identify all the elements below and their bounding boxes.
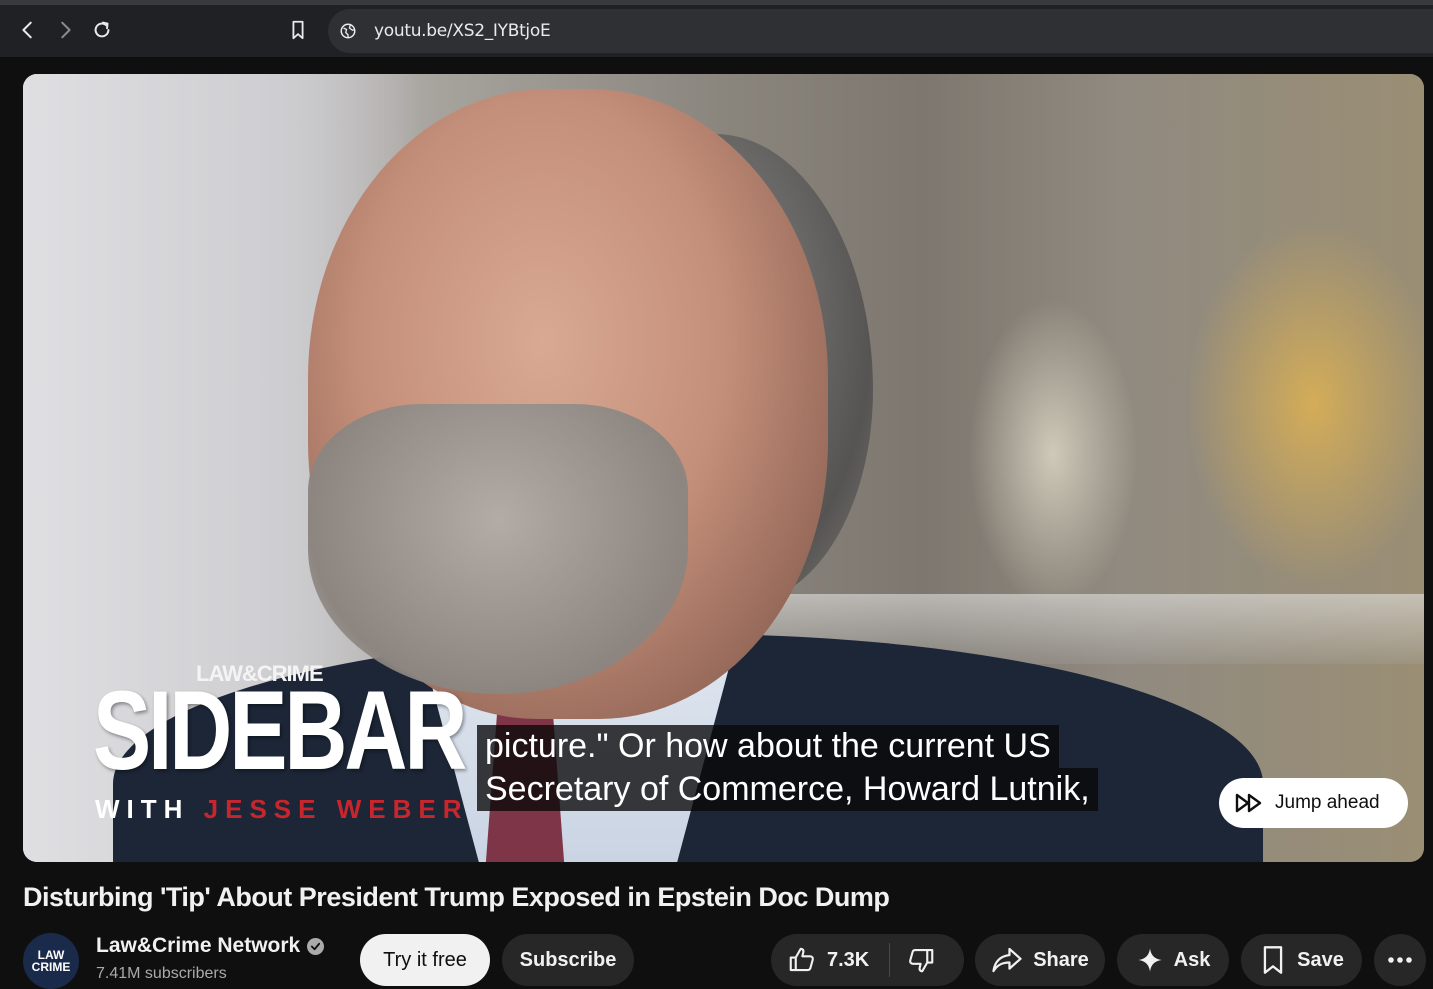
- with-label: WITH: [95, 794, 190, 824]
- like-count: 7.3K: [827, 948, 870, 971]
- share-button[interactable]: Share: [975, 934, 1105, 986]
- fast-forward-icon: [1235, 793, 1262, 813]
- channel-avatar[interactable]: LAW CRIME: [23, 933, 79, 989]
- show-host-overlay: WITH JESSE WEBER: [95, 794, 468, 825]
- forward-icon[interactable]: [48, 13, 82, 47]
- back-icon[interactable]: [11, 13, 45, 47]
- caption-line: Secretary of Commerce, Howard Lutnik,: [477, 768, 1098, 811]
- channel-name-text[interactable]: Law&Crime Network: [96, 934, 300, 958]
- share-label: Share: [1033, 948, 1089, 971]
- like-button[interactable]: 7.3K: [771, 934, 869, 986]
- try-it-free-label: Try it free: [383, 948, 467, 971]
- more-icon: [1388, 957, 1412, 963]
- dislike-button[interactable]: [890, 934, 936, 986]
- share-icon: [992, 947, 1022, 973]
- thumbs-down-icon: [909, 948, 934, 973]
- channel-name[interactable]: Law&Crime Network: [96, 934, 325, 958]
- show-title-overlay: SIDEBAR: [93, 668, 467, 793]
- browser-toolbar: youtu.be/XS2_IYBtjoE: [0, 0, 1433, 57]
- jump-ahead-label: Jump ahead: [1275, 792, 1380, 813]
- bookmark-icon[interactable]: [281, 13, 315, 47]
- reload-icon[interactable]: [85, 13, 119, 47]
- url-text: youtu.be/XS2_IYBtjoE: [374, 21, 551, 41]
- video-person-beard: [308, 404, 688, 694]
- try-it-free-button[interactable]: Try it free: [360, 934, 490, 986]
- avatar-text: CRIME: [31, 960, 71, 974]
- address-bar[interactable]: youtu.be/XS2_IYBtjoE: [328, 9, 1433, 53]
- more-actions-button[interactable]: [1374, 934, 1426, 986]
- ask-label: Ask: [1173, 948, 1211, 971]
- save-button[interactable]: Save: [1241, 934, 1362, 986]
- caption-line: picture." Or how about the current US: [477, 725, 1059, 768]
- like-dislike-group: 7.3K: [771, 934, 964, 986]
- subscribe-label: Subscribe: [519, 948, 617, 971]
- ask-button[interactable]: Ask: [1117, 934, 1229, 986]
- video-title: Disturbing 'Tip' About President Trump E…: [23, 882, 890, 912]
- jump-ahead-button[interactable]: Jump ahead: [1219, 778, 1408, 828]
- video-player[interactable]: LAW&CRIME SIDEBAR WITH JESSE WEBER pictu…: [23, 74, 1424, 862]
- save-bookmark-icon: [1263, 946, 1283, 974]
- save-label: Save: [1297, 948, 1344, 971]
- host-name: JESSE WEBER: [203, 794, 469, 824]
- thumbs-up-icon: [789, 947, 814, 972]
- site-info-icon[interactable]: [338, 21, 358, 41]
- closed-captions: picture." Or how about the current US Se…: [477, 725, 1098, 811]
- subscriber-count: 7.41M subscribers: [96, 965, 227, 982]
- subscribe-button[interactable]: Subscribe: [502, 934, 634, 986]
- sparkle-icon: [1137, 948, 1162, 972]
- verified-icon: [307, 937, 325, 955]
